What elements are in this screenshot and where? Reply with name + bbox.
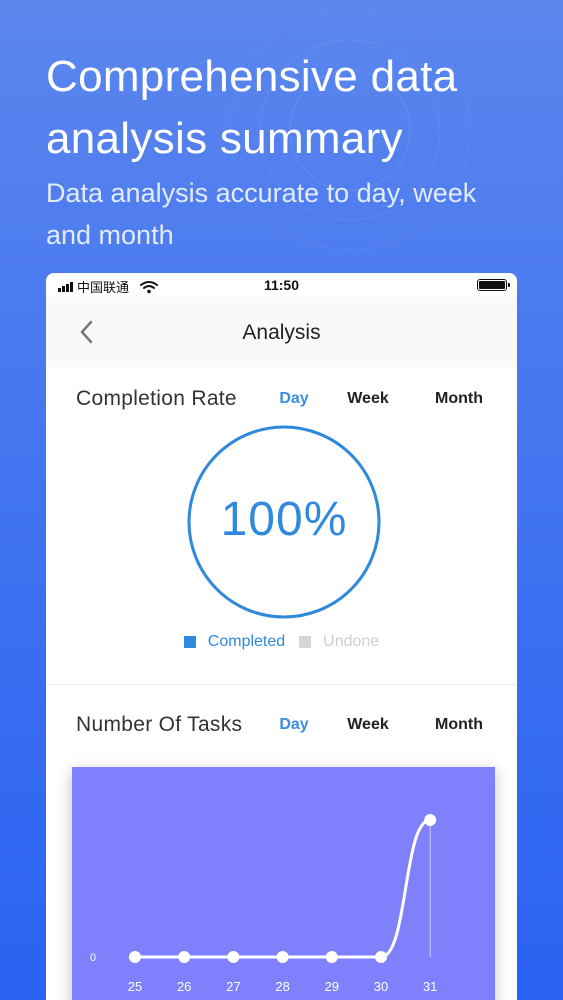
completion-legend: Completed Undone — [46, 633, 517, 651]
completion-tabs: Day Week Month — [265, 390, 499, 408]
completion-percentage: 100% — [220, 493, 348, 546]
legend-undone-swatch — [299, 636, 312, 648]
x-tick-label: 31 — [423, 979, 437, 994]
tasks-line-chart: 0 25 26 27 28 29 30 31 — [72, 767, 495, 1000]
tasks-header: Number Of Tasks Day Week Month — [76, 711, 499, 741]
number-of-tasks-section: Number Of Tasks Day Week Month 0 25 26 27 28… — [46, 685, 517, 1000]
completion-ring: 100% — [186, 424, 382, 620]
data-point-31 — [424, 814, 437, 826]
x-tick-label: 30 — [374, 979, 388, 994]
battery-icon — [477, 279, 510, 291]
data-point-26 — [178, 951, 191, 963]
legend-completed-swatch — [183, 636, 196, 648]
x-tick-label: 25 — [128, 979, 142, 994]
completion-header: Completion Rate Day Week Month — [76, 385, 499, 415]
data-point-28 — [276, 951, 289, 963]
nav-bar: Analysis — [46, 297, 517, 367]
status-time: 11:50 — [263, 277, 300, 293]
x-tick-label: 28 — [275, 979, 289, 994]
completion-tab-day[interactable]: Day — [265, 390, 323, 408]
x-tick-label: 26 — [177, 979, 191, 994]
completion-rate-section: Completion Rate Day Week Month 100% Comp… — [46, 367, 517, 685]
legend-completed-label: Completed — [207, 633, 286, 650]
y-tick-label: 0 — [90, 952, 96, 964]
x-tick-label: 27 — [226, 979, 240, 994]
phone-screen: 中国联通 11:50 Analysis Completion Rate Day … — [46, 273, 517, 1000]
status-bar: 中国联通 11:50 — [46, 273, 517, 297]
page-title: Analysis — [242, 321, 321, 344]
data-point-25 — [129, 951, 141, 963]
legend-completed: Completed — [183, 633, 286, 651]
tasks-tab-week[interactable]: Week — [329, 716, 407, 734]
tasks-tab-day[interactable]: Day — [265, 716, 323, 734]
completion-tab-week[interactable]: Week — [329, 390, 407, 408]
data-point-30 — [375, 951, 387, 963]
x-tick-label: 29 — [325, 979, 339, 994]
tasks-tab-month[interactable]: Month — [419, 716, 499, 734]
legend-undone: Undone — [299, 633, 379, 651]
series-line — [135, 818, 431, 959]
data-point-27 — [227, 951, 240, 963]
tasks-tabs: Day Week Month — [265, 716, 499, 734]
tasks-title: Number Of Tasks — [76, 713, 243, 736]
hero-subtitle: Data analysis accurate to day, week and … — [46, 178, 477, 250]
tasks-chart-svg: 0 25 26 27 28 29 30 31 — [90, 814, 437, 994]
completion-tab-month[interactable]: Month — [419, 390, 499, 408]
data-point-29 — [325, 951, 338, 963]
hero-title: Comprehensive data analysis summary — [46, 52, 458, 163]
completion-title: Completion Rate — [76, 387, 237, 410]
legend-undone-label: Undone — [323, 633, 380, 650]
